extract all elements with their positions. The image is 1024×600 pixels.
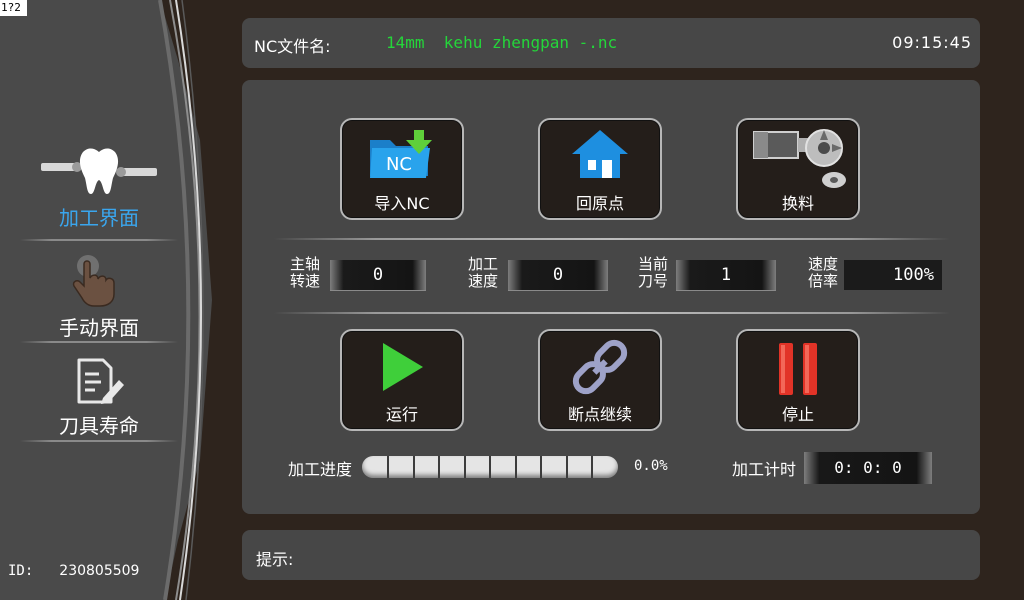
nc-folder-import-icon: NC: [370, 130, 432, 178]
timer-value: 0: 0: 0: [804, 452, 932, 484]
hint-label: 提示:: [256, 550, 294, 569]
tool-change-icon: [753, 129, 846, 188]
section-divider: [274, 238, 950, 240]
device-id-label: ID:: [8, 563, 34, 579]
device-id-value: 230805509: [59, 563, 140, 579]
import-nc-button[interactable]: NC 导入NC: [340, 118, 464, 220]
device-id: ID: 230805509: [8, 563, 139, 579]
tooth-icon: [41, 148, 157, 194]
material-change-button[interactable]: 换料: [736, 118, 860, 220]
sidebar-divider: [20, 440, 178, 442]
param-label-line2: 转速: [290, 272, 321, 290]
main-panel: NC 导入NC 回原点 换料 主轴 转速 0 加工 速度 0 当前 刀号 1 速…: [242, 80, 980, 514]
chain-link-icon: [572, 339, 628, 395]
button-label: 换料: [781, 194, 814, 213]
speed-override-value[interactable]: 100%: [844, 260, 942, 290]
button-label: 导入NC: [374, 194, 430, 213]
pause-icon: [779, 343, 817, 395]
button-label: 运行: [385, 405, 418, 424]
param-label-line2: 倍率: [808, 272, 839, 290]
timer-label: 加工计时: [732, 460, 797, 479]
button-label: 断点继续: [567, 405, 632, 424]
section-divider: [274, 312, 950, 314]
progress-bar: [362, 456, 618, 478]
spindle-speed-value: 0: [330, 260, 426, 291]
sidebar-item-label: 手动界面: [59, 316, 139, 340]
stop-button[interactable]: 停止: [736, 329, 860, 431]
sidebar-item-label: 加工界面: [59, 206, 139, 230]
sidebar-item-tool-life[interactable]: 刀具寿命: [20, 356, 178, 439]
progress-percent: 0.0%: [634, 458, 668, 474]
sidebar-item-machining[interactable]: 加工界面: [20, 146, 178, 231]
param-label-line1: 加工: [468, 255, 499, 273]
param-label-line1: 速度: [808, 255, 839, 273]
progress-label: 加工进度: [288, 460, 353, 479]
play-icon: [383, 343, 423, 391]
button-label: 回原点: [575, 194, 624, 213]
home-icon: [572, 130, 628, 178]
sidebar-divider: [20, 239, 178, 241]
document-edit-icon: [77, 358, 124, 404]
param-label-line1: 主轴: [290, 255, 321, 273]
sidebar-item-manual[interactable]: 手动界面: [20, 252, 178, 341]
param-label-line2: 速度: [468, 272, 499, 290]
home-button[interactable]: 回原点: [538, 118, 662, 220]
corner-tag: 1?2: [0, 0, 27, 16]
feed-speed-value: 0: [508, 260, 608, 291]
nc-icon-text: NC: [386, 154, 412, 175]
run-button[interactable]: 运行: [340, 329, 464, 431]
button-label: 停止: [781, 405, 814, 424]
param-label-line2: 刀号: [638, 272, 669, 290]
tool-number-value: 1: [676, 260, 776, 291]
sidebar-divider: [20, 341, 178, 343]
param-label-line1: 当前: [638, 255, 669, 273]
nc-file-label: NC文件名:: [254, 37, 331, 56]
header-bar: NC文件名: 14mm kehu zhengpan -.nc 09:15:45: [242, 18, 980, 68]
hand-pointer-icon: [72, 255, 115, 307]
sidebar-item-label: 刀具寿命: [59, 414, 139, 438]
nc-file-name: 14mm kehu zhengpan -.nc: [386, 33, 618, 52]
clock: 09:15:45: [892, 33, 972, 52]
hint-bar: 提示:: [242, 530, 980, 580]
resume-breakpoint-button[interactable]: 断点继续: [538, 329, 662, 431]
